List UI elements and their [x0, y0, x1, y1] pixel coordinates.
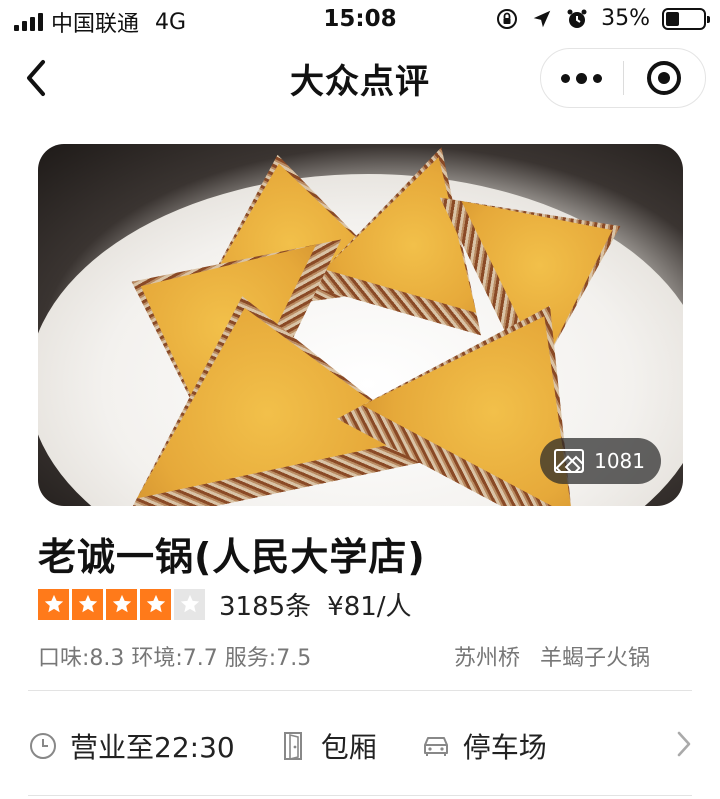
- chevron-right-icon: [676, 730, 692, 762]
- star-rating: [38, 588, 205, 620]
- star-filled-icon: [106, 588, 137, 620]
- status-right: 35%: [495, 6, 710, 31]
- photo-count-badge[interactable]: 1081: [540, 438, 661, 484]
- star-filled-icon: [140, 588, 171, 620]
- target-icon: [647, 61, 682, 95]
- shop-photo[interactable]: 1081: [38, 144, 683, 506]
- feature-private-room: 包厢: [279, 726, 377, 766]
- feature-label: 营业至22:30: [70, 731, 235, 764]
- close-mini-program-button[interactable]: [624, 49, 706, 107]
- photo-count: 1081: [594, 449, 645, 473]
- star-filled-icon: [72, 588, 103, 620]
- shop-tags: 苏州桥 羊蝎子火锅: [454, 640, 650, 672]
- shop-name: 老诚一锅(人民大学店): [38, 535, 426, 579]
- nav-bar: 大众点评: [0, 42, 720, 114]
- star-filled-icon: [38, 588, 69, 620]
- image-icon: [554, 449, 585, 473]
- status-bar: 中国联通 4G 15:08 35%: [0, 0, 720, 42]
- clock-icon: [28, 731, 58, 761]
- review-count[interactable]: 3185条: [219, 586, 311, 623]
- price-per-person: ¥81/人: [327, 591, 412, 622]
- category-tag[interactable]: 羊蝎子火锅: [540, 640, 650, 672]
- feature-label: 停车场: [462, 731, 547, 764]
- feature-label: 包厢: [320, 731, 377, 764]
- car-icon: [421, 731, 451, 761]
- rating-row: 3185条 ¥81/人: [38, 586, 412, 622]
- area-tag[interactable]: 苏州桥: [454, 640, 520, 672]
- feature-parking: 停车场: [421, 726, 547, 766]
- battery-icon: [662, 7, 710, 30]
- battery-percent: 35%: [601, 6, 650, 31]
- location-arrow-icon: [533, 10, 551, 27]
- alarm-icon: [567, 9, 587, 28]
- divider: [28, 795, 692, 796]
- sub-scores: 口味:8.3 环境:7.7 服务:7.5: [38, 646, 312, 671]
- more-dots-icon: [561, 73, 571, 83]
- divider: [28, 690, 692, 691]
- door-icon: [279, 731, 309, 761]
- more-button[interactable]: [541, 49, 623, 107]
- features-row[interactable]: 营业至22:30 包厢 停车场: [28, 718, 700, 774]
- mini-program-capsule: [540, 48, 706, 108]
- orientation-lock-icon: [497, 8, 518, 29]
- star-empty-icon: [174, 588, 205, 620]
- feature-hours: 营业至22:30: [28, 726, 235, 766]
